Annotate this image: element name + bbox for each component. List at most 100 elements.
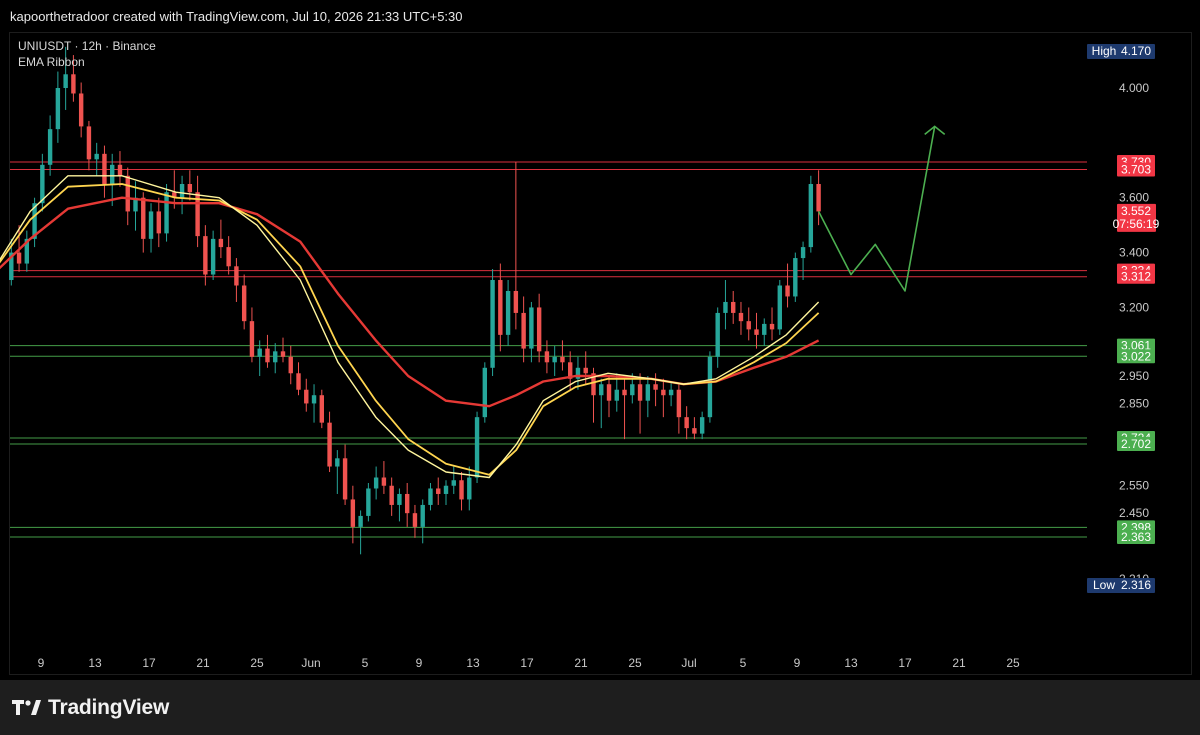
level-tag-3.022: 3.022 bbox=[1117, 349, 1155, 364]
y-tick-label: 4.000 bbox=[1119, 81, 1149, 95]
candle-body-87 bbox=[684, 417, 689, 429]
candle-body-82 bbox=[645, 384, 651, 401]
x-tick-label: 9 bbox=[416, 656, 423, 670]
candle-body-92 bbox=[723, 301, 728, 313]
candle-body-12 bbox=[102, 153, 107, 185]
candle-body-61 bbox=[482, 367, 488, 418]
candle-body-11 bbox=[94, 153, 99, 160]
y-tick-label: 3.200 bbox=[1119, 300, 1149, 314]
candle-body-38 bbox=[304, 389, 309, 404]
candle-body-84 bbox=[661, 389, 666, 396]
last-price-text: 3.552 bbox=[1121, 204, 1151, 218]
candle-body-37 bbox=[296, 373, 301, 390]
ema-slow-line bbox=[0, 196, 820, 408]
candle-body-8 bbox=[71, 74, 76, 94]
candle-body-47 bbox=[373, 477, 379, 489]
projection-path bbox=[817, 126, 936, 292]
y-tick-label: 2.850 bbox=[1119, 396, 1149, 410]
candle-body-22 bbox=[179, 184, 185, 198]
candle-body-76 bbox=[599, 384, 604, 396]
x-tick-label: 17 bbox=[142, 656, 156, 670]
y-tick-label: 3.400 bbox=[1119, 246, 1149, 260]
candle-body-79 bbox=[622, 389, 627, 396]
candle-body-39 bbox=[311, 395, 317, 404]
candle-body-36 bbox=[288, 356, 293, 374]
brand-logo[interactable]: TradingView bbox=[12, 696, 169, 720]
candle-body-91 bbox=[715, 312, 720, 357]
candle-body-7 bbox=[63, 74, 68, 88]
countdown-text: 07:56:19 bbox=[1113, 217, 1160, 231]
candle-body-13 bbox=[110, 164, 115, 185]
candle-body-55 bbox=[436, 488, 441, 494]
candle-body-71 bbox=[560, 356, 565, 363]
footer-bar: TradingView bbox=[0, 680, 1200, 735]
candle-body-90 bbox=[707, 356, 713, 418]
candle-body-15 bbox=[125, 175, 130, 212]
indicator-label[interactable]: EMA Ribbon bbox=[18, 54, 156, 70]
candle-body-101 bbox=[793, 258, 798, 297]
x-tick-label: Jul bbox=[681, 656, 696, 670]
candle-body-26 bbox=[210, 238, 216, 275]
candle-body-17 bbox=[141, 197, 146, 239]
candle-body-14 bbox=[117, 164, 123, 176]
candle-body-34 bbox=[273, 351, 278, 363]
level-tag-2.702-text: 2.702 bbox=[1121, 437, 1151, 451]
x-tick-label: 13 bbox=[88, 656, 102, 670]
candle-body-64 bbox=[505, 290, 511, 335]
candle-body-28 bbox=[226, 247, 231, 267]
y-tick-label: 2.550 bbox=[1119, 479, 1149, 493]
symbol-label[interactable]: UNIUSDT · 12h · Binance bbox=[18, 38, 156, 54]
candle-body-45 bbox=[358, 515, 363, 527]
candle-body-59 bbox=[467, 477, 472, 500]
candle-body-100 bbox=[785, 285, 790, 297]
candle-body-104 bbox=[816, 184, 821, 212]
level-tag-3.703-text: 3.703 bbox=[1121, 162, 1151, 176]
high-tag-value: 4.170 bbox=[1121, 44, 1151, 58]
candle-body-10 bbox=[86, 126, 92, 160]
level-tag-2.702: 2.702 bbox=[1117, 437, 1155, 452]
candle-body-65 bbox=[513, 290, 519, 313]
y-tick-label: 2.450 bbox=[1119, 506, 1149, 520]
candle-body-29 bbox=[234, 266, 239, 286]
tradingview-logo-icon bbox=[12, 700, 41, 715]
candle-body-80 bbox=[630, 384, 635, 396]
candle-body-62 bbox=[490, 280, 495, 368]
price-chart[interactable]: 9 13 17 21 25 Jun 5 9 13 17 21 25 Jul 5 9 13 17 21 25 4.000… bbox=[0, 0, 1200, 680]
candle-body-43 bbox=[342, 458, 348, 500]
x-tick-label: 17 bbox=[898, 656, 912, 670]
level-tag-3.312-text: 3.312 bbox=[1121, 270, 1151, 284]
candle-body-25 bbox=[203, 236, 208, 275]
candle-body-66 bbox=[521, 312, 526, 349]
candle-body-31 bbox=[249, 321, 255, 357]
x-tick-label: 13 bbox=[466, 656, 480, 670]
candle-body-68 bbox=[536, 307, 542, 352]
x-tick-label: 25 bbox=[628, 656, 642, 670]
chart-legend: UNIUSDT · 12h · Binance EMA Ribbon bbox=[18, 38, 156, 70]
candle-body-5 bbox=[47, 129, 53, 165]
x-tick-label: 9 bbox=[794, 656, 801, 670]
candle-body-30 bbox=[241, 285, 247, 322]
x-tick-label: 5 bbox=[362, 656, 369, 670]
level-tag-2.363: 2.363 bbox=[1117, 530, 1155, 545]
candle-body-56 bbox=[443, 485, 449, 494]
candle-body-77 bbox=[606, 384, 612, 401]
candle-body-78 bbox=[614, 389, 619, 401]
x-tick-label: 21 bbox=[952, 656, 966, 670]
brand-name: TradingView bbox=[48, 696, 170, 719]
candle-body-58 bbox=[459, 480, 464, 500]
candle-body-102 bbox=[800, 247, 806, 259]
candle-body-1 bbox=[16, 252, 22, 264]
candle-body-52 bbox=[412, 513, 418, 527]
candle-body-95 bbox=[746, 321, 751, 330]
low-tag-label: Low bbox=[1093, 578, 1115, 592]
low-tag-value: 2.316 bbox=[1121, 578, 1151, 592]
candle-body-54 bbox=[428, 488, 433, 505]
candle-body-93 bbox=[731, 301, 736, 313]
candle-body-33 bbox=[265, 348, 270, 363]
candle-body-27 bbox=[218, 238, 224, 248]
x-tick-label: 13 bbox=[844, 656, 858, 670]
y-tick-label: 3.600 bbox=[1119, 191, 1149, 205]
candle-body-94 bbox=[738, 312, 744, 322]
x-tick-label: Jun bbox=[301, 656, 320, 670]
level-tag-3.703: 3.703 bbox=[1117, 162, 1155, 177]
